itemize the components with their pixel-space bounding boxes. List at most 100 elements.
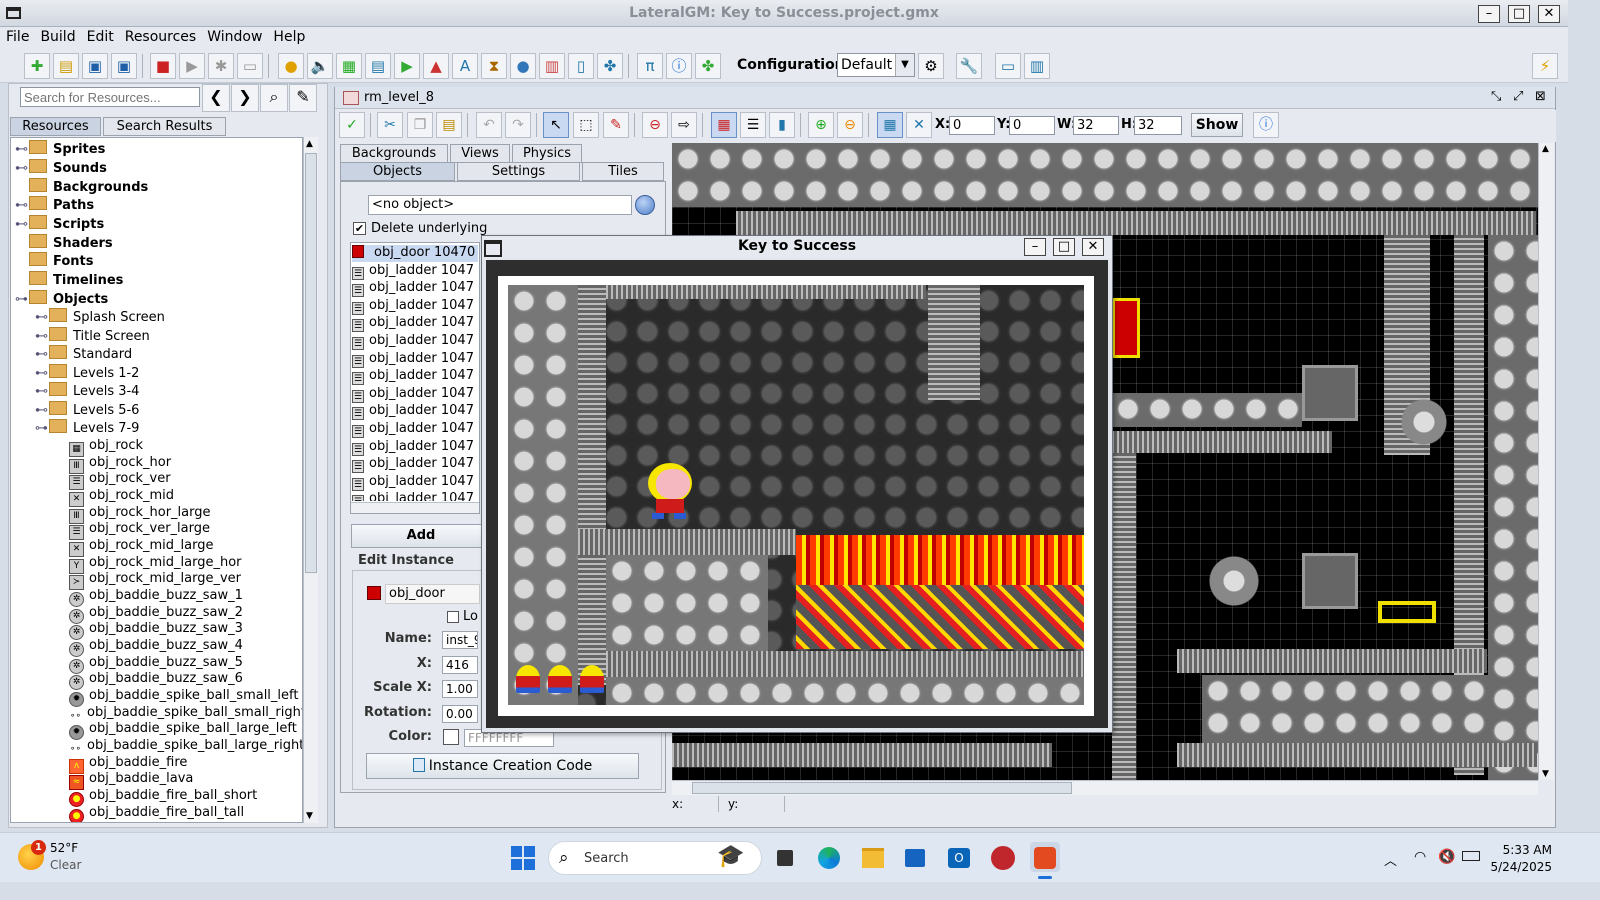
weather-widget[interactable]: 1 52°F Clear: [18, 840, 108, 876]
show-objects-icon[interactable]: ▦: [711, 112, 737, 138]
y-input[interactable]: 0: [1009, 116, 1055, 135]
shift-icon[interactable]: ⇨: [671, 112, 697, 138]
tab-resources[interactable]: Resources: [10, 117, 101, 136]
save-icon[interactable]: ▣: [82, 53, 108, 79]
zoom-out-icon[interactable]: ⊖: [837, 112, 863, 138]
instance-list-item[interactable]: ☰obj_ladder 1047: [352, 439, 478, 456]
save-as-icon[interactable]: ▣: [111, 53, 137, 79]
tab-objects[interactable]: Objects: [340, 162, 455, 181]
tree-group-splash-screen[interactable]: ⊷ Splash Screen: [35, 308, 165, 326]
instance-list-item[interactable]: ☰obj_ladder 1047: [352, 263, 478, 280]
color-swatch[interactable]: [443, 729, 459, 745]
shader-icon[interactable]: ▲: [423, 53, 449, 79]
app-icon-red[interactable]: [988, 842, 1018, 872]
tree-folder-sprites[interactable]: ⊷ Sprites: [15, 140, 105, 158]
instance-list-item[interactable]: ☰obj_ladder 1047: [352, 333, 478, 350]
undo-icon[interactable]: ↶: [476, 112, 502, 138]
tree-object[interactable]: ≈ obj_baddie_lava: [69, 771, 193, 790]
tree-group-levels-7-9[interactable]: ⊶ Levels 7-9: [35, 419, 139, 437]
tree-object[interactable]: ☰ obj_rock_ver_large: [69, 521, 210, 540]
layers-icon[interactable]: ☰: [740, 112, 766, 138]
tree-object[interactable]: ✹ obj_baddie_spike_ball_large_left: [69, 721, 297, 740]
menu-file[interactable]: File: [0, 27, 34, 45]
tree-object[interactable]: ∘∘ obj_baddie_spike_ball_large_right: [69, 738, 302, 756]
canvas-vscrollbar[interactable]: ▲ ▼: [1538, 143, 1554, 780]
preferences-icon[interactable]: 🔧: [956, 53, 982, 79]
tab-views[interactable]: Views: [450, 144, 510, 163]
extension-packages-icon[interactable]: ✤: [695, 53, 721, 79]
game-minimize-button[interactable]: –: [1024, 238, 1046, 256]
task-view-icon[interactable]: [770, 842, 800, 872]
new-project-icon[interactable]: ✚: [24, 53, 50, 79]
tree-object[interactable]: ✲ obj_baddie_buzz_saw_3: [69, 621, 243, 640]
tree-object[interactable]: ✲ obj_baddie_buzz_saw_6: [69, 671, 243, 690]
game-view[interactable]: [508, 285, 1084, 705]
name-input[interactable]: inst_9: [442, 631, 478, 649]
isometric-grid-icon[interactable]: ✕: [906, 112, 932, 138]
battery-icon[interactable]: [1462, 851, 1480, 861]
stop-icon[interactable]: ■: [150, 53, 176, 79]
game-info-icon[interactable]: ⓘ: [666, 53, 692, 79]
instance-list-item[interactable]: ☰obj_ladder 1047: [352, 368, 478, 385]
instance-list-item[interactable]: ☰obj_ladder 1047: [352, 386, 478, 403]
canvas-hscrollbar[interactable]: [672, 780, 1538, 795]
x-input[interactable]: 0: [949, 116, 995, 135]
restore-icon[interactable]: ⤡: [1491, 89, 1501, 104]
find-icon[interactable]: ⌕: [260, 84, 288, 112]
scroll-thumb[interactable]: [692, 782, 1072, 794]
sprite-icon[interactable]: ●: [278, 53, 304, 79]
instance-list-item[interactable]: ☰obj_ladder 1047: [352, 315, 478, 332]
configuration-settings-icon[interactable]: ⚙: [918, 53, 944, 79]
tree-object[interactable]: ✕ obj_rock_mid_large: [69, 538, 213, 557]
rotation-input[interactable]: 0.00: [442, 705, 478, 723]
room-icon[interactable]: ▥: [539, 53, 565, 79]
path-icon[interactable]: ▤: [365, 53, 391, 79]
lock-checkbox[interactable]: [447, 611, 459, 623]
h-input[interactable]: 32: [1134, 116, 1182, 135]
edge-icon[interactable]: [814, 842, 844, 872]
instance-list-item[interactable]: ☰obj_ladder 1047: [352, 298, 478, 315]
scalex-input[interactable]: 1.00: [442, 680, 478, 698]
tree-group-levels-5-6[interactable]: ⊷ Levels 5-6: [35, 401, 139, 419]
script-icon[interactable]: ▶: [394, 53, 420, 79]
menu-edit[interactable]: Edit: [81, 27, 119, 45]
instance-creation-code-button[interactable]: Instance Creation Code: [366, 753, 639, 779]
windows-start-icon[interactable]: [511, 846, 535, 870]
help-icon[interactable]: ⓘ: [1253, 112, 1279, 138]
x-field-input[interactable]: 416: [442, 656, 478, 674]
font-icon[interactable]: A: [452, 53, 478, 79]
menu-build[interactable]: Build: [34, 27, 80, 45]
tree-object[interactable]: ✲ obj_baddie_buzz_saw_1: [69, 588, 243, 607]
close-button[interactable]: ✕: [1538, 5, 1560, 23]
instance-list-item[interactable]: ☰obj_ladder 1047: [352, 456, 478, 473]
instance-list-item[interactable]: obj_door 10470: [352, 245, 478, 262]
object-picker-icon[interactable]: [635, 195, 655, 215]
tree-object[interactable]: ☰ obj_rock_ver: [69, 471, 171, 490]
tree-folder-objects[interactable]: ⊶ Objects: [15, 290, 108, 308]
chevron-right-icon[interactable]: ❯: [231, 84, 259, 112]
clock-time[interactable]: 5:33 AM: [1500, 843, 1552, 857]
extension-icon[interactable]: ✤: [597, 53, 623, 79]
window-icon[interactable]: ▭: [995, 53, 1021, 79]
file-explorer-icon[interactable]: [858, 842, 888, 872]
configuration-select[interactable]: Default ▼: [837, 53, 915, 77]
menu-window[interactable]: Window: [201, 27, 267, 45]
manual-icon[interactable]: ▥: [1024, 53, 1050, 79]
clear-search-icon[interactable]: ✎: [289, 84, 317, 112]
tree-folder-shaders[interactable]: Shaders: [15, 234, 113, 252]
scroll-thumb[interactable]: [305, 153, 317, 573]
copy-icon[interactable]: ❐: [407, 112, 433, 138]
zoom-in-icon[interactable]: ⊕: [808, 112, 834, 138]
tree-object[interactable]: ✕ obj_rock_mid: [69, 488, 174, 507]
taskbar-search[interactable]: ⌕ Search 🎓: [548, 841, 762, 875]
maximize-icon[interactable]: ⤢: [1513, 89, 1523, 104]
tree-object[interactable]: ✹ obj_baddie_spike_ball_small_left: [69, 688, 298, 707]
lateralgm-taskbar-icon[interactable]: [1030, 842, 1060, 872]
scroll-down-icon[interactable]: ▼: [306, 811, 313, 821]
region-select-icon[interactable]: ⬚: [573, 112, 599, 138]
volume-muted-icon[interactable]: 🔇: [1438, 849, 1455, 865]
tree-folder-sounds[interactable]: ⊷ Sounds: [15, 159, 107, 177]
tree-folder-backgrounds[interactable]: Backgrounds: [15, 178, 148, 196]
menu-resources[interactable]: Resources: [119, 27, 202, 45]
debug-icon[interactable]: ✱: [208, 53, 234, 79]
